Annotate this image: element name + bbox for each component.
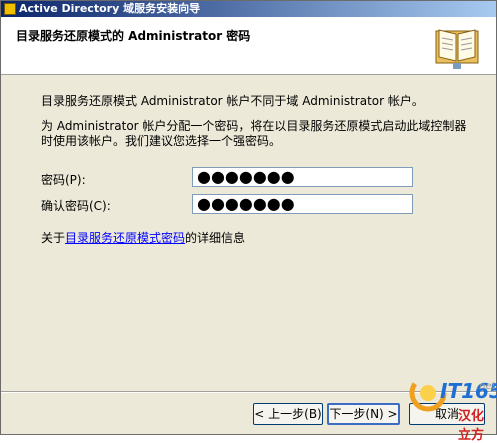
- info-suffix: 的详细信息: [185, 231, 246, 245]
- info-text-1: 目录服务还原模式 Administrator 帐户不同于域 Administra…: [41, 94, 424, 108]
- back-button[interactable]: < 上一步(B): [253, 403, 323, 425]
- help-link[interactable]: 目录服务还原模式密码: [65, 231, 185, 245]
- app-icon: [4, 3, 16, 15]
- info-line: 关于目录服务还原模式密码的详细信息: [41, 229, 245, 246]
- confirm-password-label: 确认密码(C):: [41, 199, 111, 213]
- title-bar[interactable]: Active Directory 域服务安装向导: [1, 1, 496, 17]
- watermark: IT165 .net 汉化立方: [406, 369, 497, 443]
- wizard-window: Active Directory 域服务安装向导 目录服务还原模式的 Admin…: [0, 0, 497, 443]
- password-value: ●●●●●●●: [197, 167, 295, 186]
- info-text-2: 为 Administrator 帐户分配一个密码，将在以目录服务还原模式启动此域…: [41, 119, 467, 148]
- next-button[interactable]: 下一步(N) >: [327, 403, 400, 425]
- info-prefix: 关于: [41, 231, 66, 245]
- wizard-header: 目录服务还原模式的 Administrator 密码: [1, 17, 496, 75]
- confirm-password-input[interactable]: ●●●●●●●: [192, 194, 413, 214]
- page-title: 目录服务还原模式的 Administrator 密码: [16, 29, 251, 43]
- wizard-content: 目录服务还原模式 Administrator 帐户不同于域 Administra…: [1, 75, 496, 375]
- window-title: Active Directory 域服务安装向导: [19, 2, 201, 15]
- password-label: 密码(P):: [41, 173, 86, 187]
- book-icon: [435, 29, 479, 69]
- password-input[interactable]: ●●●●●●●: [192, 167, 413, 187]
- watermark-domain: .net: [476, 381, 496, 392]
- watermark-cn: 汉化立方: [458, 409, 485, 443]
- confirm-password-value: ●●●●●●●: [197, 194, 295, 213]
